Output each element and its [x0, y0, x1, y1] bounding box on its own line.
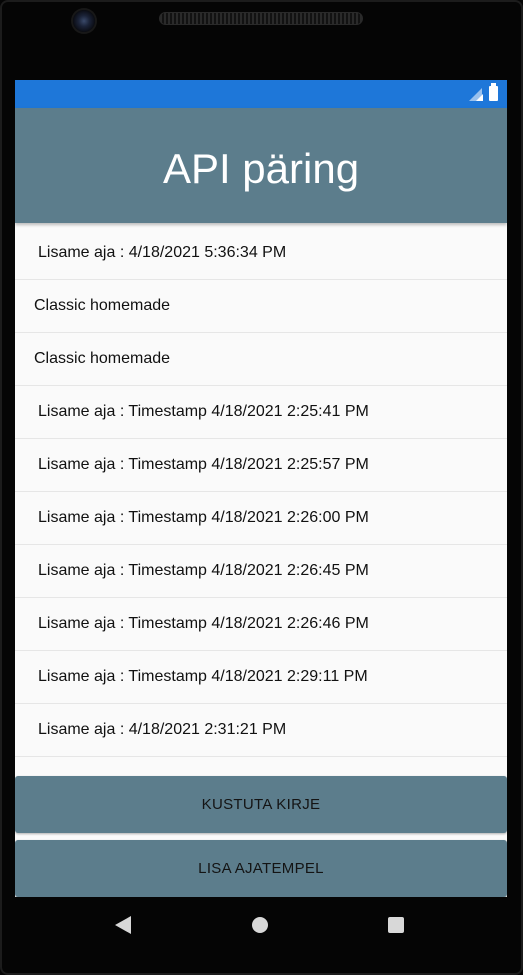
- list-item[interactable]: Lisame aja : Timestamp 4/18/2021 2:25:57…: [15, 439, 507, 492]
- list-item-label: Lisame aja : 4/18/2021 5:36:34 PM: [38, 244, 287, 261]
- app-screen: API päring Lisame aja : 4/18/2021 5:36:3…: [15, 80, 507, 897]
- phone-frame: API päring Lisame aja : 4/18/2021 5:36:3…: [0, 0, 523, 975]
- list-item[interactable]: Lisame aja : Timestamp 4/18/2021 2:25:41…: [15, 386, 507, 439]
- back-icon[interactable]: [115, 916, 131, 934]
- list-item[interactable]: Classic homemade: [15, 280, 507, 333]
- list-item-label: Classic homemade: [34, 297, 171, 314]
- list-item-label: Lisame aja : Timestamp 4/18/2021 2:29:11…: [38, 668, 368, 685]
- add-timestamp-button[interactable]: LISA AJATEMPEL: [15, 840, 507, 897]
- list-item-label: Lisame aja : Timestamp 4/18/2021 2:26:46…: [38, 615, 369, 632]
- list-item[interactable]: Lisame aja : Timestamp 4/18/2021 2:26:46…: [15, 598, 507, 651]
- list-item-label: Lisame aja : 4/18/2021 2:31:21 PM: [38, 721, 287, 738]
- list-item[interactable]: Lisame aja : Timestamp 4/18/2021 2:29:11…: [15, 651, 507, 704]
- list-item-label: Lisame aja : Timestamp 4/18/2021 2:25:57…: [38, 456, 369, 473]
- app-header: API päring: [15, 108, 507, 223]
- battery-icon: [489, 83, 498, 101]
- navigation-bar: [0, 897, 523, 975]
- list-item-label: Lisame aja : Timestamp 4/18/2021 2:25:41…: [38, 403, 369, 420]
- list-item[interactable]: Lisame aja : Timestamp 4/18/2021 2:26:45…: [15, 545, 507, 598]
- record-list[interactable]: Lisame aja : 4/18/2021 5:36:34 PM Classic…: [15, 227, 507, 772]
- list-item[interactable]: Lisame aja : 4/18/2021 2:31:21 PM: [15, 704, 507, 757]
- front-camera: [73, 10, 95, 32]
- list-item[interactable]: Classic homemade: [15, 333, 507, 386]
- delete-record-button[interactable]: KUSTUTA KIRJE: [15, 776, 507, 833]
- list-item-label: Classic homemade: [34, 350, 171, 367]
- list-item-label: Lisame aja : Timestamp 4/18/2021 2:26:45…: [38, 562, 369, 579]
- page-title: API päring: [162, 144, 360, 192]
- earpiece-speaker: [159, 12, 363, 25]
- list-item[interactable]: Lisame aja : 4/18/2021 5:36:34 PM: [15, 227, 507, 280]
- list-item[interactable]: Lisame aja : Timestamp 4/18/2021 2:26:00…: [15, 492, 507, 545]
- signal-icon: [469, 88, 483, 101]
- status-bar: [15, 80, 507, 108]
- home-icon[interactable]: [252, 917, 268, 933]
- recent-apps-icon[interactable]: [388, 917, 404, 933]
- list-item-label: Lisame aja : Timestamp 4/18/2021 2:26:00…: [38, 509, 369, 526]
